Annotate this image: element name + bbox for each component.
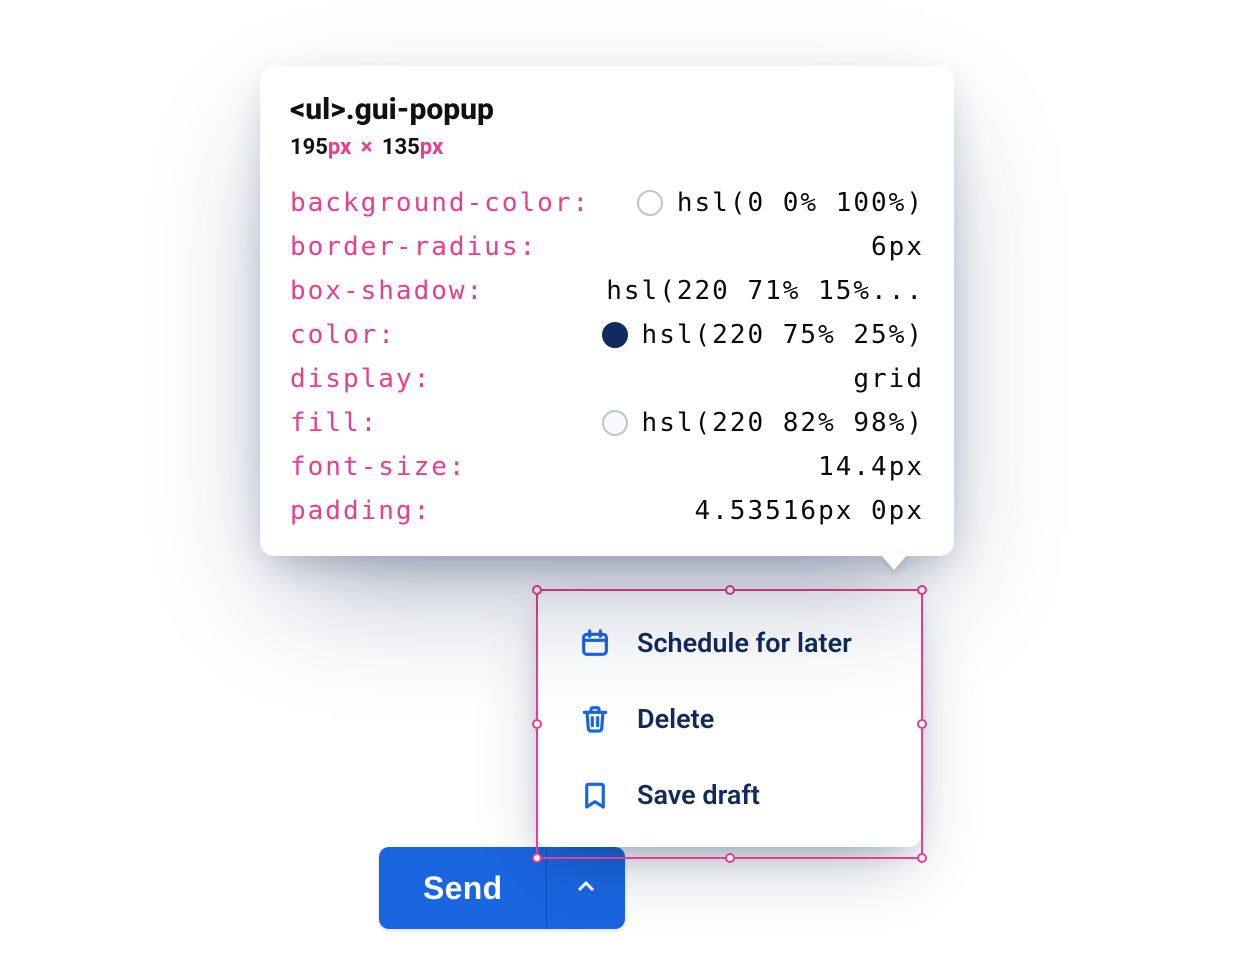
dim-height: 135 [382,135,420,160]
style-value-text: hsl(220 71% 15%... [606,276,924,306]
selector-tag: <ul> [290,92,346,127]
style-property: background-color: [290,188,590,218]
gui-popup: Schedule for later Delete Save draft [537,591,921,847]
times-icon: × [357,135,377,160]
style-value-text: 6px [871,232,924,262]
style-value-text: hsl(220 75% 25%) [642,320,924,350]
selector-class: .gui-popup [346,92,494,127]
dim-width: 195 [290,135,328,160]
trash-icon [579,703,611,735]
chevron-up-icon [574,875,598,902]
style-value: grid [853,364,924,394]
style-value-text: hsl(0 0% 100%) [677,188,924,218]
send-split-button: Send [379,847,625,929]
resize-handle-icon [917,585,927,595]
style-rows: background-color: hsl(0 0% 100%) border-ra… [290,188,924,526]
style-value-text: grid [853,364,924,394]
bookmark-icon [579,779,611,811]
style-property: color: [290,320,396,350]
style-row: padding: 4.53516px 0px [290,496,924,526]
color-swatch-icon [602,322,628,348]
menu-item-save-draft[interactable]: Save draft [537,757,921,833]
style-property: font-size: [290,452,467,482]
style-row: display: grid [290,364,924,394]
style-value: hsl(220 71% 15%... [606,276,924,306]
inspected-selector: <ul>.gui-popup [290,92,924,127]
style-value-text: hsl(220 82% 98%) [642,408,924,438]
style-value: 4.53516px 0px [695,496,925,526]
style-value: hsl(220 82% 98%) [602,408,924,438]
dim-unit: px [328,135,351,160]
style-row: border-radius: 6px [290,232,924,262]
send-button[interactable]: Send [379,847,546,929]
style-row: font-size: 14.4px [290,452,924,482]
more-options-button[interactable] [547,847,625,929]
style-property: display: [290,364,431,394]
style-property: border-radius: [290,232,537,262]
style-value-text: 14.4px [818,452,924,482]
resize-handle-icon [917,853,927,863]
style-property: box-shadow: [290,276,484,306]
style-value: hsl(220 75% 25%) [602,320,924,350]
style-property: padding: [290,496,431,526]
resize-handle-icon [725,853,735,863]
inspected-dimensions: 195px × 135px [290,135,924,160]
menu-item-delete[interactable]: Delete [537,681,921,757]
style-value: 6px [871,232,924,262]
calendar-icon [579,627,611,659]
dim-unit: px [420,135,443,160]
style-value-text: 4.53516px 0px [695,496,925,526]
style-row: color: hsl(220 75% 25%) [290,320,924,350]
style-row: fill: hsl(220 82% 98%) [290,408,924,438]
style-value: 14.4px [818,452,924,482]
style-row: background-color: hsl(0 0% 100%) [290,188,924,218]
color-swatch-icon [602,410,628,436]
menu-item-label: Delete [637,703,714,735]
menu-item-label: Schedule for later [637,627,852,659]
devtools-element-tooltip: <ul>.gui-popup 195px × 135px background-… [260,66,954,556]
color-swatch-icon [637,190,663,216]
menu-item-label: Save draft [637,779,760,811]
style-row: box-shadow: hsl(220 71% 15%... [290,276,924,306]
style-value: hsl(0 0% 100%) [637,188,924,218]
style-property: fill: [290,408,378,438]
menu-item-schedule[interactable]: Schedule for later [537,605,921,681]
